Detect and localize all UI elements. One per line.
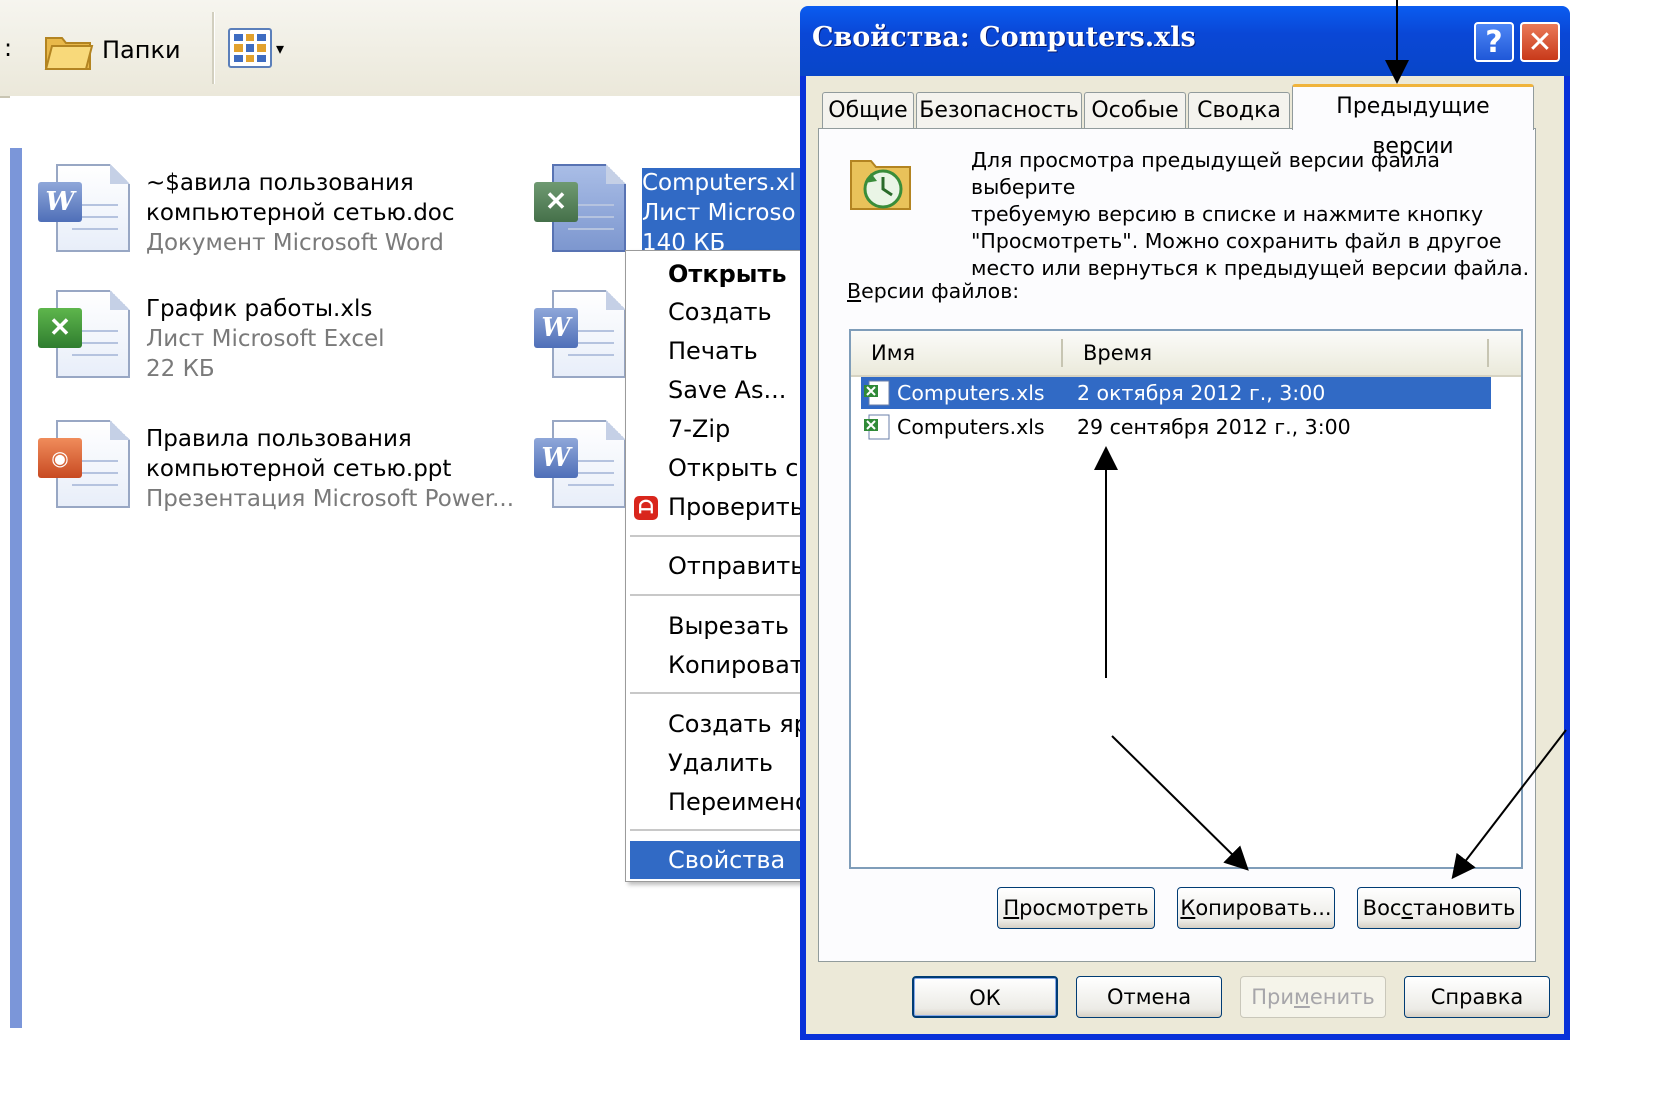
views-button[interactable]: ▾	[228, 24, 284, 72]
word-doc-icon: W	[532, 416, 628, 512]
properties-dialog: Свойства: Computers.xls ? ✕ Общие Безопа…	[800, 6, 1570, 1040]
list-header: Имя Время	[851, 331, 1521, 377]
file-name: График работы.xls	[146, 296, 373, 322]
file-size: 22 КБ	[146, 356, 215, 382]
file-name-cont: компьютерной сетью.doc	[146, 200, 455, 226]
file-item[interactable]: W	[532, 286, 628, 382]
file-item[interactable]: ◉ Правила пользования компьютерной сетью…	[36, 416, 514, 514]
copy-button[interactable]: Копировать...	[1177, 887, 1335, 929]
previous-versions-panel: Для просмотра предыдущей версии файла вы…	[818, 128, 1536, 962]
excel-file-icon	[864, 414, 890, 440]
menu-item-save-as[interactable]: Save As...	[626, 371, 826, 409]
version-name: Computers.xls	[897, 415, 1045, 439]
folder-icon	[44, 37, 94, 70]
folders-button[interactable]: Папки	[44, 28, 181, 72]
restore-button[interactable]: Восстановить	[1357, 887, 1521, 929]
file-type: Лист Microso	[642, 198, 812, 228]
help-dialog-button[interactable]: Справка	[1404, 976, 1550, 1018]
menu-item-send-to[interactable]: Отправить	[626, 547, 826, 585]
info-line: "Просмотреть". Можно сохранить файл в др…	[971, 229, 1502, 253]
file-name: ~$авила пользования	[146, 170, 414, 196]
dialog-body: Общие Безопасность Особые Сводка Предыду…	[806, 76, 1564, 1034]
toolbar-fragment: :	[4, 34, 13, 62]
version-name: Computers.xls	[897, 381, 1045, 405]
ok-button[interactable]: ОК	[912, 976, 1058, 1018]
menu-item-print[interactable]: Печать	[626, 332, 826, 370]
menu-item-open[interactable]: Открыть	[626, 255, 826, 293]
file-name-cont: компьютерной сетью.ppt	[146, 456, 452, 482]
menu-item-create-shortcut[interactable]: Создать яр	[626, 705, 826, 743]
close-button[interactable]: ✕	[1520, 22, 1560, 62]
cancel-button[interactable]: Отмена	[1076, 976, 1222, 1018]
view-button[interactable]: Просмотреть	[997, 887, 1155, 929]
dialog-title-bar[interactable]: Свойства: Computers.xls ? ✕	[800, 6, 1570, 76]
chevron-down-icon: ▾	[276, 38, 285, 58]
file-type: Документ Microsoft Word	[146, 230, 444, 256]
column-header-name[interactable]: Имя	[871, 331, 915, 375]
info-line: требуемую версию в списке и нажмите кноп…	[971, 202, 1484, 226]
file-item[interactable]: W	[532, 416, 628, 512]
menu-item-copy[interactable]: Копировать	[626, 646, 826, 684]
menu-separator	[630, 829, 822, 831]
word-doc-icon: W	[36, 160, 132, 256]
excel-file-icon	[864, 380, 890, 406]
folders-label: Папки	[102, 36, 181, 64]
menu-item-rename[interactable]: Переименов	[626, 783, 826, 821]
column-divider[interactable]	[1061, 339, 1063, 367]
menu-item-delete[interactable]: Удалить	[626, 744, 826, 782]
menu-item-properties[interactable]: Свойства	[630, 841, 826, 879]
version-time: 2 октября 2012 г., 3:00	[1077, 381, 1326, 405]
excel-xls-icon: ✕	[532, 160, 628, 256]
help-button[interactable]: ?	[1474, 22, 1514, 62]
tab-previous-versions[interactable]: Предыдущие версии	[1292, 84, 1534, 159]
address-strip	[10, 96, 860, 148]
menu-item-new[interactable]: Создать	[626, 293, 826, 331]
tab-custom[interactable]: Особые	[1084, 92, 1186, 128]
explorer-toolbar: : Папки ▾	[0, 0, 860, 98]
menu-separator	[630, 535, 822, 537]
powerpoint-ppt-icon: ◉	[36, 416, 132, 512]
menu-item-scan[interactable]: ᗩ Проверить	[626, 488, 826, 526]
apply-button[interactable]: Применить	[1240, 976, 1386, 1018]
menu-separator	[630, 692, 822, 694]
menu-item-open-with[interactable]: Открыть с	[626, 449, 826, 487]
file-item[interactable]: ✕ График работы.xls Лист Microsoft Excel…	[36, 286, 385, 384]
file-item-selected[interactable]: ✕ Computers.xl Лист Microso 140 КБ	[532, 160, 812, 258]
version-row-selected[interactable]: Computers.xls 2 октября 2012 г., 3:00	[861, 377, 1491, 409]
file-name: Computers.xl	[642, 168, 812, 198]
file-type: Лист Microsoft Excel	[146, 326, 385, 352]
info-line: место или вернуться к предыдущей версии …	[971, 256, 1530, 280]
file-name: Правила пользования	[146, 426, 412, 452]
info-text: Для просмотра предыдущей версии файла вы…	[971, 147, 1531, 282]
excel-xls-icon: ✕	[36, 286, 132, 382]
versions-list[interactable]: Имя Время Computers.xls 2 октября 2012 г…	[849, 329, 1523, 869]
version-row[interactable]: Computers.xls 29 сентября 2012 г., 3:00	[861, 411, 1491, 443]
word-doc-icon: W	[532, 286, 628, 382]
column-divider[interactable]	[1487, 339, 1489, 367]
tab-summary[interactable]: Сводка	[1188, 92, 1290, 128]
context-menu: Открыть Создать Печать Save As... 7-Zip …	[625, 250, 827, 882]
menu-item-cut[interactable]: Вырезать	[626, 607, 826, 645]
avira-icon: ᗩ	[634, 496, 658, 520]
versions-label: Версии файлов:	[847, 279, 1020, 303]
previous-versions-icon	[850, 160, 911, 210]
menu-separator	[630, 594, 822, 596]
views-grid-icon	[228, 28, 272, 68]
version-time: 29 сентября 2012 г., 3:00	[1077, 415, 1351, 439]
file-type: Презентация Microsoft Power...	[146, 486, 515, 512]
column-header-time[interactable]: Время	[1083, 331, 1152, 375]
tab-general[interactable]: Общие	[822, 92, 914, 128]
menu-item-7zip[interactable]: 7-Zip	[626, 410, 826, 448]
dialog-title: Свойства: Computers.xls	[812, 22, 1196, 53]
file-item[interactable]: W ~$авила пользования компьютерной сетью…	[36, 160, 455, 258]
toolbar-separator	[212, 12, 215, 84]
task-pane-edge	[10, 148, 22, 1028]
tab-security[interactable]: Безопасность	[916, 92, 1082, 128]
